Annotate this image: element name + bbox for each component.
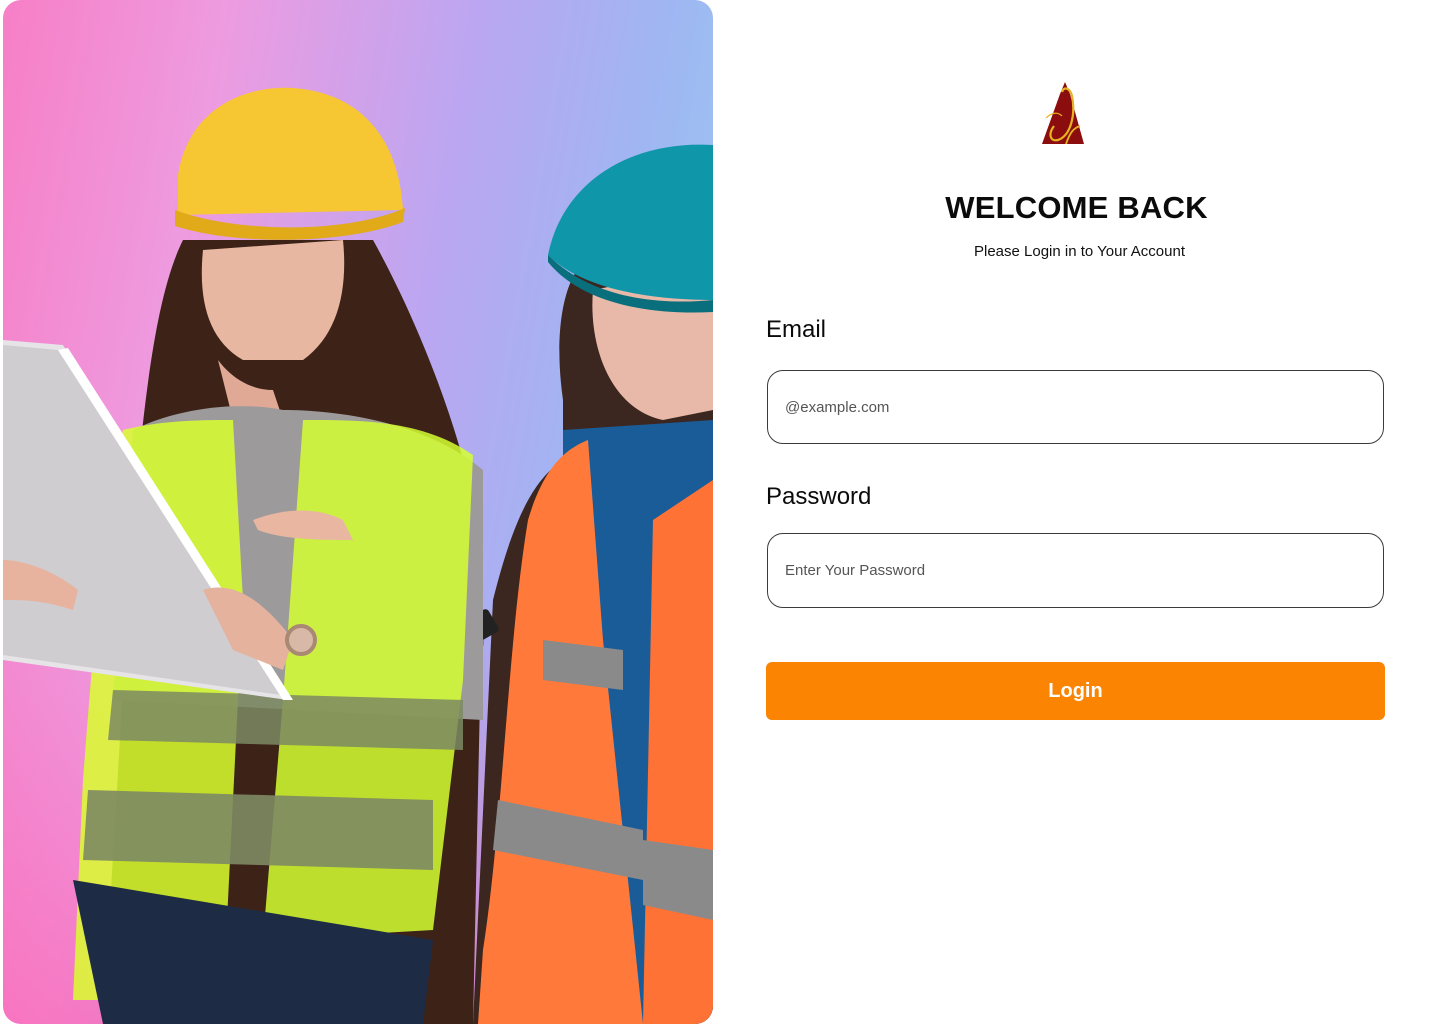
password-field[interactable]: [767, 533, 1384, 608]
email-field[interactable]: [767, 370, 1384, 444]
login-panel: WELCOME BACK Please Login in to Your Acc…: [713, 0, 1440, 1024]
wristwatch-left: [285, 624, 317, 656]
password-label: Password: [766, 483, 872, 510]
hero-image: [3, 0, 713, 1024]
brand-logo-icon: [1042, 82, 1084, 145]
workers-illustration: [3, 87, 713, 1024]
email-label: Email: [766, 316, 827, 343]
page-title: WELCOME BACK: [945, 190, 1208, 225]
login-button[interactable]: Login: [766, 662, 1385, 720]
page-subtitle: Please Login in to Your Account: [974, 243, 1185, 260]
login-page: WELCOME BACK Please Login in to Your Acc…: [0, 0, 1440, 1024]
